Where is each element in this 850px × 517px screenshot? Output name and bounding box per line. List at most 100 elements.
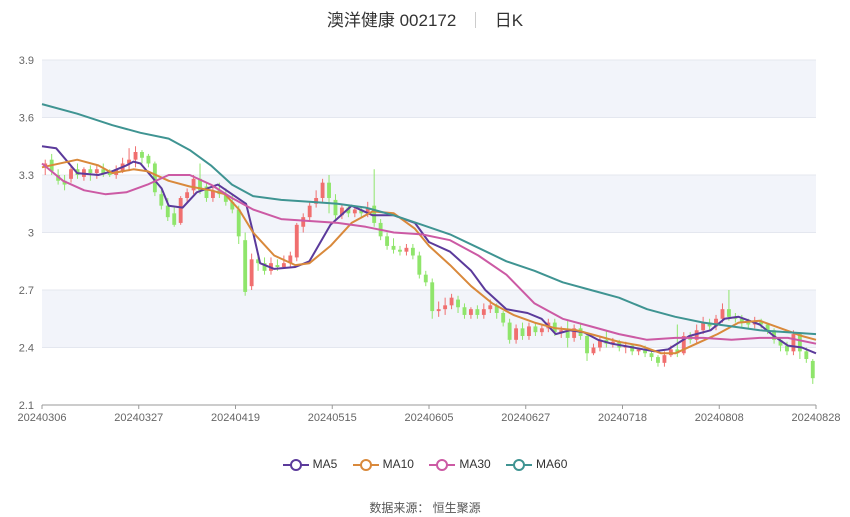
candlestick — [410, 244, 415, 260]
x-tick-label: 20240605 — [405, 412, 454, 424]
candle-body — [804, 351, 809, 359]
candle-body — [462, 307, 467, 315]
candlestick — [810, 359, 815, 384]
candle-body — [185, 192, 190, 198]
candle-body — [294, 224, 299, 258]
candle-body — [140, 152, 144, 158]
data-source: 数据来源： 恒生聚源 — [369, 501, 481, 515]
candle-body — [481, 309, 486, 315]
candlestick — [133, 146, 138, 168]
candlestick — [656, 355, 660, 367]
candle-body — [436, 309, 441, 312]
legend-ma60-label: MA60 — [536, 457, 568, 471]
candle-body — [488, 305, 493, 310]
legend-ma5-icon — [282, 458, 309, 472]
candlestick — [243, 232, 248, 296]
candle-body — [301, 217, 306, 227]
candle-body — [662, 355, 667, 363]
candle-body — [443, 305, 448, 310]
candle-body — [165, 205, 170, 218]
y-tick-label: 3.9 — [19, 55, 34, 67]
legend-item-ma60[interactable]: MA60 — [506, 457, 567, 472]
candle-body — [178, 198, 183, 223]
candlestick — [417, 251, 422, 279]
plot-bands — [42, 60, 816, 348]
candle-body — [456, 299, 460, 308]
candle-body — [69, 169, 73, 179]
candle-body — [327, 182, 331, 198]
candle-body — [514, 328, 519, 340]
legend-item-ma30[interactable]: MA30 — [429, 457, 491, 472]
candle-body — [249, 259, 254, 287]
candle-body — [539, 328, 544, 333]
candle-body — [585, 336, 589, 354]
candle-body — [423, 274, 428, 283]
legend-ma5-label: MA5 — [312, 457, 338, 471]
candle-body — [726, 309, 731, 317]
candlestick — [249, 253, 254, 290]
candlestick — [398, 245, 402, 256]
x-tick-label: 20240306 — [18, 412, 67, 424]
legend-ma60-icon — [506, 458, 533, 472]
candle-body — [449, 297, 454, 306]
candlestick — [127, 148, 132, 172]
candle-body — [398, 249, 402, 252]
candlestick — [178, 196, 183, 225]
legend-item-ma10[interactable]: MA10 — [352, 457, 414, 472]
candlestick — [404, 244, 409, 256]
candle-body — [475, 309, 480, 315]
y-tick-label: 2.7 — [19, 285, 34, 297]
candle-body — [191, 178, 196, 191]
x-tick-label: 20240327 — [114, 412, 163, 424]
candle-body — [320, 182, 325, 198]
candle-body — [146, 155, 151, 164]
candle-body — [430, 282, 435, 312]
candle-body — [88, 169, 93, 174]
kline-chart[interactable]: 2.1 2.4 2.7 3 3.3 3.6 3.9 20240306 20240327 2024… — [0, 0, 850, 517]
x-axis: 20240306 20240327 20240419 20240515 20240605… — [18, 404, 841, 424]
candle-body — [172, 213, 177, 225]
candle-body — [133, 152, 138, 160]
candle-body — [591, 347, 596, 354]
y-tick-label: 2.4 — [19, 343, 34, 355]
candle-body — [307, 205, 312, 218]
plot-band — [42, 60, 816, 118]
chart-legend: MA5 MA10 MA30 MA60 — [0, 457, 850, 472]
y-axis: 2.1 2.4 2.7 3 3.3 3.6 3.9 — [19, 55, 34, 412]
candle-body — [668, 349, 673, 356]
candlestick — [385, 232, 390, 250]
candle-body — [791, 334, 796, 352]
candle-body — [281, 263, 286, 267]
candlestick — [649, 351, 654, 361]
candle-body — [385, 236, 390, 246]
candlestick — [140, 150, 144, 164]
legend-ma30-icon — [429, 458, 456, 472]
candle-body — [746, 322, 751, 325]
candle-body — [656, 357, 660, 363]
candle-body — [507, 322, 512, 340]
legend-item-ma5[interactable]: MA5 — [282, 457, 338, 472]
candle-body — [404, 247, 409, 252]
candle-body — [520, 328, 525, 336]
x-tick-label: 20240718 — [598, 412, 647, 424]
legend-ma10-icon — [352, 458, 379, 472]
y-tick-label: 2.1 — [19, 400, 34, 412]
candle-body — [533, 326, 538, 333]
candlestick — [288, 251, 293, 267]
y-tick-label: 3.6 — [19, 113, 34, 125]
y-tick-label: 3.3 — [19, 170, 34, 182]
legend-ma10-label: MA10 — [382, 457, 414, 471]
candle-body — [501, 313, 506, 323]
candle-body — [159, 194, 164, 206]
candle-body — [243, 240, 248, 292]
candlestick — [423, 270, 428, 287]
x-tick-label: 20240515 — [308, 412, 357, 424]
candle-body — [649, 353, 654, 358]
candle-body — [94, 169, 99, 174]
candle-body — [468, 309, 473, 315]
candle-body — [333, 199, 338, 216]
x-tick-label: 20240627 — [501, 412, 550, 424]
y-tick-label: 3 — [28, 228, 34, 240]
x-tick-label: 20240828 — [792, 412, 841, 424]
candle-body — [236, 209, 241, 237]
